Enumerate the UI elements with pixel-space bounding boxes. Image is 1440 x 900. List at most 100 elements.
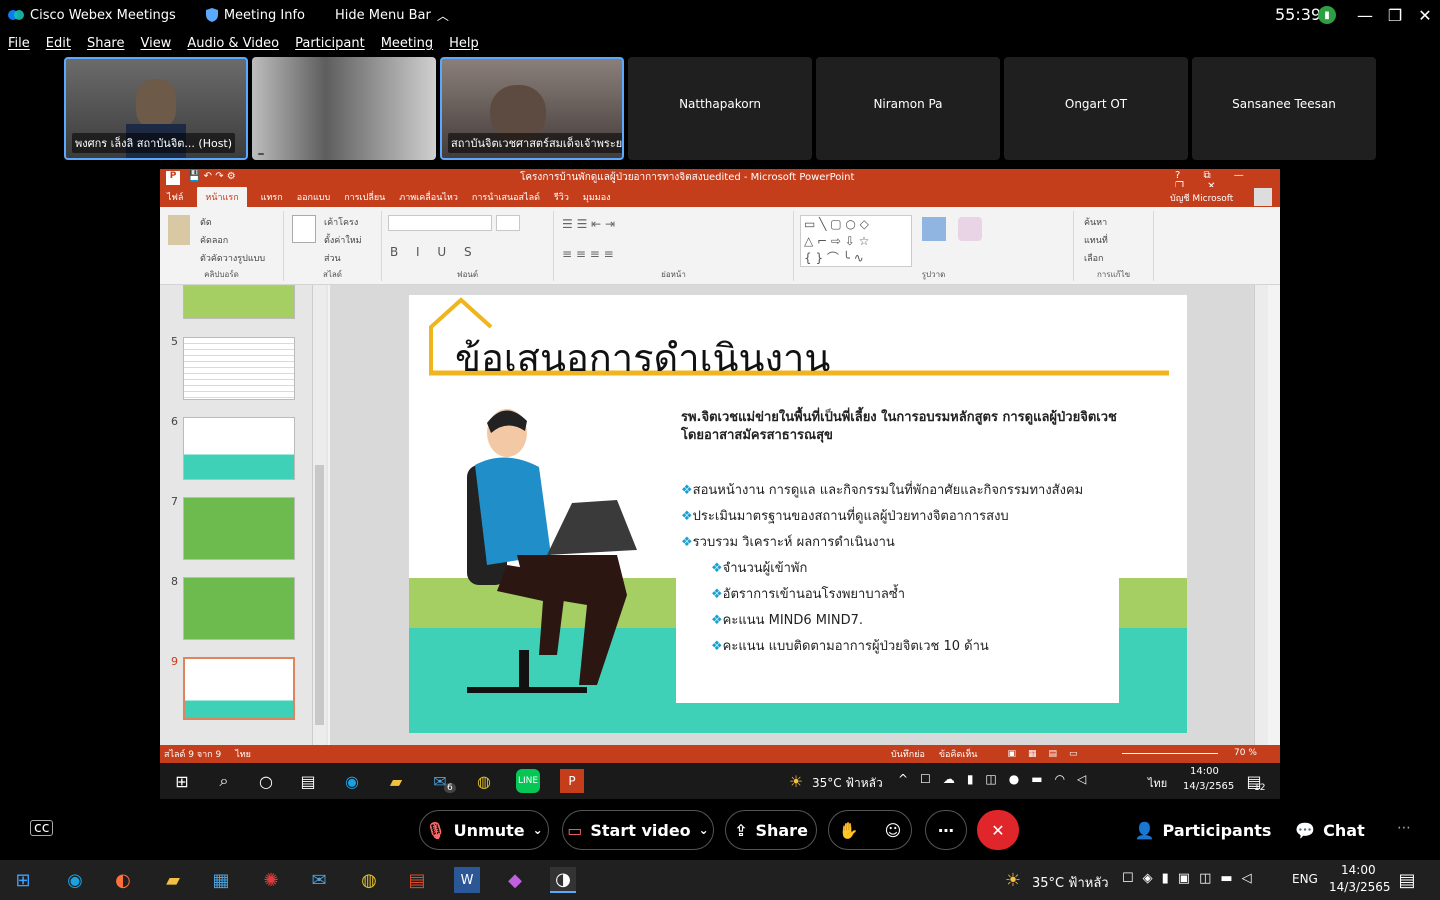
quick-access-icons[interactable]: 💾 ↶ ↷ ⚙ (188, 171, 236, 182)
participant-tile-ongart[interactable]: Ongart OT (1004, 57, 1188, 160)
paint-icon[interactable]: ◆ (502, 867, 528, 893)
tab-slideshow[interactable]: การนำเสนอสไลด์ (472, 190, 540, 204)
windows-start-icon[interactable]: ⊞ (170, 769, 194, 793)
folder-icon[interactable]: ▰ (384, 769, 408, 793)
participant-tile-natthapakorn[interactable]: Natthapakorn (628, 57, 812, 160)
account-label[interactable]: บัญชี Microsoft (1170, 191, 1233, 205)
layout-button[interactable]: เค้าโครง (324, 215, 358, 229)
replace-button[interactable]: แทนที่ (1084, 233, 1108, 247)
mail-icon[interactable]: ✉ (306, 867, 332, 893)
list-icon[interactable]: ☰ ☰ ⇤ ⇥ (562, 217, 615, 231)
slide-thumbnail-6[interactable] (183, 417, 295, 480)
share-button[interactable]: ⇪ Share (725, 810, 817, 850)
more-options-button[interactable]: ⋯ (925, 810, 967, 850)
reset-button[interactable]: ตั้งค่าใหม่ (324, 233, 362, 247)
firefox-icon[interactable]: ◐ (110, 867, 136, 893)
format-painter-button[interactable]: ตัวคัดวางรูปแบบ (200, 251, 265, 265)
app-icon[interactable]: ✺ (258, 867, 284, 893)
reactions-icon[interactable]: ☺ (885, 821, 902, 840)
acrobat-icon[interactable]: ▤ (404, 867, 430, 893)
section-button[interactable]: ส่วน (324, 251, 341, 265)
menu-share[interactable]: Share (87, 36, 125, 51)
cortana-icon[interactable]: ○ (254, 769, 278, 793)
edge-icon[interactable]: ◉ (62, 867, 88, 893)
comments-button[interactable]: ข้อคิดเห็น (939, 747, 978, 761)
signal-icon[interactable]: ▮ (1318, 6, 1336, 24)
tab-file[interactable]: ไฟล์ (167, 190, 183, 204)
menu-audio-video[interactable]: Audio & Video (187, 36, 279, 51)
shapes-gallery[interactable]: ▭ ╲ ▢ ○ ◇ △ ⌐ ⇨ ⇩ ☆{ } ⌒ ╰ ∿ (800, 215, 912, 267)
hide-menu-bar-button[interactable]: Hide Menu Bar ︿ (335, 7, 449, 24)
more-panels-icon[interactable]: ⋯ (1397, 820, 1411, 836)
store-icon[interactable]: ▦ (208, 867, 234, 893)
captions-icon[interactable]: cc (30, 820, 54, 836)
notes-button[interactable]: บันทึกย่อ (891, 747, 925, 761)
select-button[interactable]: เลือก (1084, 251, 1103, 265)
font-style-buttons[interactable]: B I U S (390, 245, 479, 259)
tray-language[interactable]: ENG (1292, 872, 1318, 886)
unmute-button[interactable]: 🎙 Unmute ⌄ (419, 810, 549, 850)
chat-button[interactable]: 💬 Chat (1292, 810, 1368, 850)
tab-design[interactable]: ออกแบบ (297, 190, 331, 204)
status-language[interactable]: ไทย (235, 747, 251, 761)
zoom-slider[interactable] (1122, 753, 1218, 754)
menu-edit[interactable]: Edit (46, 36, 71, 51)
copy-button[interactable]: คัดลอก (200, 233, 228, 247)
slide-thumbnail-4[interactable] (183, 285, 295, 319)
start-video-button[interactable]: ▭ Start video ⌄ (562, 810, 714, 850)
search-icon[interactable]: ⌕ (212, 769, 236, 793)
participant-tile-host[interactable]: พงศกร เล็งลิ สถาบันจิต... (Host) (64, 57, 248, 160)
menu-meeting[interactable]: Meeting (381, 36, 433, 51)
edge-icon[interactable]: ◉ (340, 769, 364, 793)
raise-hand-icon[interactable]: ✋ (839, 821, 859, 840)
slide-thumbnail-9[interactable] (183, 657, 295, 720)
task-view-icon[interactable]: ▤ (296, 769, 320, 793)
meeting-info-button[interactable]: Meeting Info (205, 8, 305, 23)
slide-thumbnail-7[interactable] (183, 497, 295, 560)
participants-button[interactable]: 👤 Participants (1135, 810, 1272, 850)
arrange-icon[interactable] (922, 217, 946, 241)
tray-language[interactable]: ไทย (1148, 774, 1167, 792)
tab-view[interactable]: มุมมอง (583, 190, 611, 204)
font-size-box[interactable] (496, 215, 520, 231)
menu-view[interactable]: View (140, 36, 171, 51)
tab-insert[interactable]: แทรก (261, 190, 283, 204)
menu-file[interactable]: File (8, 36, 30, 51)
current-slide[interactable]: ข้อเสนอการดำเนินงาน รพ.จิตเวชแม่ข่ายในพื… (409, 295, 1187, 733)
participant-tile-niramon[interactable]: Niramon Pa (816, 57, 1000, 160)
webex-icon[interactable]: ◑ (550, 867, 576, 893)
leave-meeting-button[interactable]: ✕ (977, 810, 1019, 850)
cut-button[interactable]: ตัด (200, 215, 212, 229)
participant-tile-3[interactable]: สถาบันจิตเวชศาสตร์สมเด็จเจ้าพระย... (440, 57, 624, 160)
menu-participant[interactable]: Participant (295, 36, 365, 51)
chrome-icon[interactable]: ◍ (472, 769, 496, 793)
tab-transitions[interactable]: การเปลี่ยน (344, 190, 385, 204)
paste-icon[interactable] (168, 215, 190, 245)
slide-thumbnail-5[interactable] (183, 337, 295, 400)
close-icon[interactable]: ✕ (1410, 6, 1440, 25)
participant-tile-sansanee[interactable]: Sansanee Teesan (1192, 57, 1376, 160)
slide-thumbnail-8[interactable] (183, 577, 295, 640)
chrome-icon[interactable]: ◍ (356, 867, 382, 893)
minimize-icon[interactable]: — (1350, 6, 1380, 25)
word-icon[interactable]: W (454, 867, 480, 893)
tab-home[interactable]: หน้าแรก (197, 187, 247, 207)
menu-help[interactable]: Help (449, 36, 479, 51)
tray-icons[interactable]: ^☐☁▮◫●▬◠◁ (898, 772, 1098, 786)
folder-icon[interactable]: ▰ (160, 867, 186, 893)
font-name-box[interactable] (388, 215, 492, 231)
tab-animations[interactable]: ภาพเคลื่อนไหว (399, 190, 458, 204)
windows-start-icon[interactable]: ⊞ (10, 867, 36, 893)
tray-icons[interactable]: ☐◈▮▣◫▬◁ (1122, 871, 1261, 886)
avatar[interactable] (1254, 188, 1272, 206)
slide-scrollbar[interactable] (1254, 285, 1268, 745)
new-slide-icon[interactable] (292, 215, 316, 243)
zoom-level[interactable]: 70 % (1234, 748, 1257, 758)
align-icon[interactable]: ≡ ≡ ≡ ≡ (562, 247, 614, 261)
powerpoint-icon[interactable]: P (560, 769, 584, 793)
find-button[interactable]: ค้นหา (1084, 215, 1107, 229)
thumbnail-scrollbar[interactable] (312, 285, 326, 745)
line-icon[interactable]: LINE (516, 769, 540, 793)
tab-review[interactable]: รีวิว (554, 190, 569, 204)
participant-tile-2[interactable] (252, 57, 436, 160)
